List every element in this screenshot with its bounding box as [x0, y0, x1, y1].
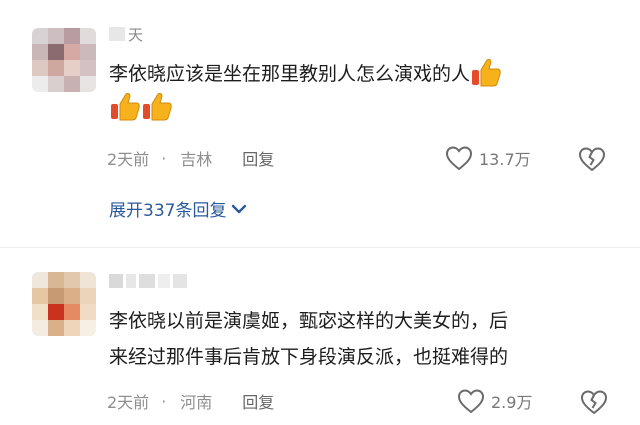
chevron-down-icon: [232, 204, 247, 213]
like-button[interactable]: 2.9万: [457, 388, 532, 414]
expand-replies-button[interactable]: 展开337条回复: [109, 196, 248, 221]
dislike-button[interactable]: [580, 389, 608, 419]
thumbs-up-emoji-icon: [472, 58, 501, 87]
heart-outline-icon: [445, 146, 473, 171]
comment-text: 李依晓以前是演虞姬，甄宓这样的大美女的，后 来经过那件事后肯放下身段演反派，也挺…: [109, 305, 612, 373]
comment-meta: 2天前 · 吉林 回复 13.7万: [107, 145, 612, 172]
dislike-button[interactable]: [578, 146, 606, 176]
comment-text-line: 来经过那件事后肯放下身段演反派，也挺难得的: [109, 346, 509, 368]
comment-time: 2天前: [107, 150, 150, 169]
username-blur: [158, 274, 170, 288]
like-count: 2.9万: [491, 393, 533, 412]
reply-button[interactable]: 回复: [242, 389, 274, 413]
separator-dot: ·: [161, 148, 167, 168]
comment-location: 河南: [180, 393, 213, 412]
thumbs-up-emoji-icon: [111, 92, 140, 121]
username-blur: [109, 27, 125, 41]
username[interactable]: [109, 271, 190, 291]
broken-heart-icon: [578, 147, 606, 172]
expand-replies-label: 展开337条回复: [109, 201, 227, 221]
username[interactable]: 天: [109, 24, 144, 44]
avatar[interactable]: [32, 28, 96, 92]
comment-meta: 2天前 · 河南 回复 2.9万: [107, 388, 612, 415]
username-blur: [126, 274, 136, 288]
username-blur: [109, 274, 123, 288]
username-text: 天: [128, 25, 145, 44]
reply-button[interactable]: 回复: [242, 146, 274, 170]
username-blur: [173, 274, 187, 288]
broken-heart-icon: [580, 390, 608, 415]
heart-outline-icon: [457, 389, 485, 414]
thumbs-up-emoji-icon: [143, 92, 172, 121]
comment-time: 2天前: [107, 393, 150, 412]
comment-location: 吉林: [180, 150, 213, 169]
comment-divider: [0, 247, 640, 248]
like-button[interactable]: 13.7万: [445, 145, 531, 171]
avatar[interactable]: [32, 272, 96, 336]
comment-text-line: 李依晓以前是演虞姬，甄宓这样的大美女的，后: [109, 310, 509, 332]
comment-text: 李依晓应该是坐在那里教别人怎么演戏的人: [109, 56, 612, 124]
username-blur: [139, 274, 155, 288]
like-count: 13.7万: [479, 150, 531, 169]
comment-feed: 天 李依晓应该是坐在那里教别人怎么演戏的人 2天前 · 吉林 回复 13.7万 …: [0, 0, 640, 425]
separator-dot: ·: [161, 391, 167, 411]
comment-text-line: 李依晓应该是坐在那里教别人怎么演戏的人: [109, 63, 471, 85]
